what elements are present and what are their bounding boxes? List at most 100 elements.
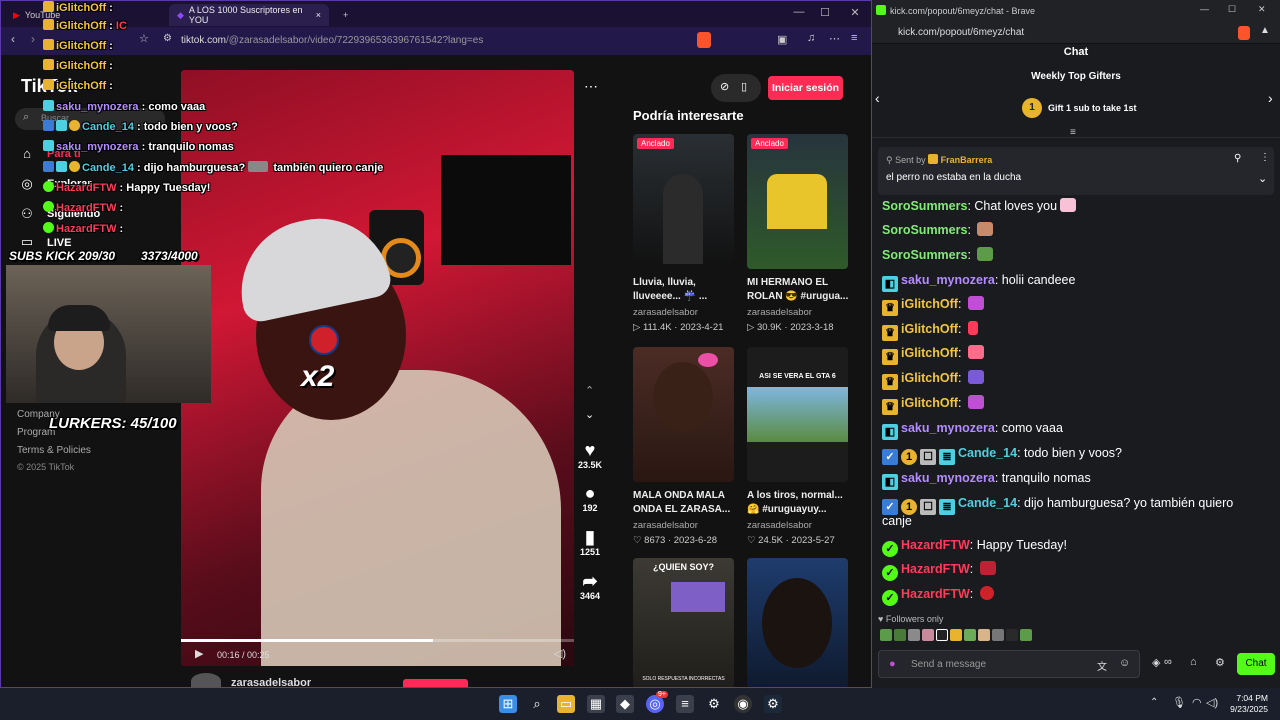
chat-message[interactable]: SoroSummers: (882, 222, 994, 238)
bookmark-icon[interactable]: ☆ (139, 32, 149, 45)
chat-username[interactable]: HazardFTW (901, 562, 970, 576)
chevron-right-icon[interactable]: › (1268, 90, 1273, 106)
chat-username[interactable]: SoroSummers (882, 223, 967, 237)
music-icon[interactable]: ♫ (807, 32, 815, 44)
chat-message[interactable]: SoroSummers: (882, 247, 994, 263)
chat-username[interactable]: HazardFTW (901, 538, 970, 552)
save-button[interactable]: ▮ 1251 (575, 527, 605, 557)
chat-message[interactable]: ✓ HazardFTW: (882, 586, 994, 606)
forward-icon[interactable]: › (31, 32, 35, 46)
chat-username[interactable]: iGlitchOff (901, 371, 958, 385)
maximize-button[interactable]: ☐ (1228, 4, 1236, 15)
more-options-icon[interactable]: ⋯ (584, 78, 598, 95)
chat-username[interactable]: SoroSummers (882, 199, 967, 213)
chat-message[interactable]: ◧ saku_mynozera: holii candeee (882, 272, 1075, 292)
notepad-icon[interactable]: ≡ (676, 695, 694, 713)
chat-username[interactable]: iGlitchOff (901, 346, 958, 360)
steam-icon[interactable]: ⚙ (764, 695, 782, 713)
store-icon[interactable]: ⌂ (1190, 656, 1197, 668)
volume-icon[interactable]: ◁) (554, 647, 566, 660)
login-button[interactable]: Iniciar sesión (768, 76, 843, 100)
chat-message[interactable]: ♛ iGlitchOff: (882, 321, 978, 341)
obs-icon[interactable]: ◉ (734, 695, 752, 713)
video-player[interactable]: x2 ▶ 00:16 / 00:25 ◁) (181, 70, 574, 666)
pinned-user[interactable]: FranBarrera (941, 155, 993, 165)
emote-icon[interactable] (880, 629, 892, 641)
chat-username[interactable]: SoroSummers (882, 248, 967, 262)
chat-message[interactable]: ◧ saku_mynozera: tranquilo nomas (882, 470, 1091, 490)
translate-icon[interactable]: 文 (1097, 658, 1107, 673)
chat-username[interactable]: iGlitchOff (901, 297, 958, 311)
windows-start-icon[interactable]: ⊞ (499, 695, 517, 713)
send-message-input[interactable]: ● Send a message 文 ☺ (878, 650, 1140, 678)
chat-username[interactable]: iGlitchOff (901, 322, 958, 336)
microphone-icon[interactable]: ● (889, 658, 896, 670)
new-tab-button[interactable]: + (335, 4, 356, 26)
follow-button[interactable] (403, 679, 468, 687)
video-author[interactable]: zarasadelsabor (231, 677, 311, 687)
settings-icon[interactable]: ⚙ (705, 695, 723, 713)
chat-username[interactable]: saku_mynozera (901, 471, 995, 485)
emote-icon[interactable] (978, 629, 990, 641)
home-icon[interactable]: ⌂ (19, 146, 35, 162)
expand-icon[interactable]: ≡ (1070, 127, 1076, 138)
minimize-button[interactable]: — (1200, 4, 1209, 14)
chat-username[interactable]: iGlitchOff (901, 396, 958, 410)
screenshot-icon[interactable]: ▣ (777, 33, 787, 46)
file-explorer-icon[interactable]: ▭ (557, 695, 575, 713)
compass-icon[interactable]: ◎ (19, 176, 35, 192)
chat-message[interactable]: ♛ iGlitchOff: (882, 395, 984, 415)
chat-message[interactable]: ✓ HazardFTW: (882, 561, 996, 581)
chat-username[interactable]: Cande_14 (958, 446, 1017, 460)
chevron-up-icon[interactable]: ⌃ (585, 384, 594, 397)
brave-icon[interactable]: ◆ (616, 695, 634, 713)
extensions-icon[interactable]: ⋯ (829, 32, 840, 45)
following-icon[interactable]: ⚇ (19, 206, 35, 222)
brave-shield-icon[interactable] (1238, 26, 1250, 40)
chat-username[interactable]: HazardFTW (901, 587, 970, 601)
mobile-icon[interactable]: ▯ (741, 80, 747, 93)
emote-quick-bar[interactable] (880, 628, 1034, 642)
menu-icon[interactable]: ≡ (851, 32, 857, 44)
site-settings-icon[interactable]: ⚙ (163, 33, 172, 44)
emoji-icon[interactable]: ☺ (1119, 657, 1130, 669)
author-avatar[interactable] (191, 673, 221, 687)
warning-icon[interactable]: ▲ (1260, 25, 1270, 36)
nav-live[interactable]: LIVE (47, 237, 71, 249)
gear-icon[interactable]: ⚙ (1215, 656, 1225, 669)
chat-message[interactable]: ♛ iGlitchOff: (882, 296, 984, 316)
emote-icon[interactable] (936, 629, 948, 641)
emote-icon[interactable] (950, 629, 962, 641)
close-window-button[interactable]: ✕ (1258, 4, 1266, 15)
emote-icon[interactable] (992, 629, 1004, 641)
microphone-icon[interactable]: 🎙 (1172, 696, 1186, 709)
emote-icon[interactable] (908, 629, 920, 641)
chat-send-button[interactable]: Chat (1237, 653, 1275, 675)
chat-message[interactable]: ◧ saku_mynozera: como vaaa (882, 420, 1063, 440)
chat-username[interactable]: Cande_14 (958, 496, 1017, 510)
close-tab-icon[interactable]: × (316, 10, 321, 20)
url-text[interactable]: tiktok.com/@zarasadelsabor/video/7229396… (181, 35, 483, 46)
more-options-icon[interactable]: ⋮ (1260, 152, 1270, 163)
chat-username[interactable]: saku_mynozera (901, 421, 995, 435)
address-bar[interactable]: kick.com/popout/6meyz/chat ▲ (872, 22, 1280, 44)
unpin-icon[interactable]: ⚲ (1234, 153, 1241, 164)
emote-icon[interactable] (964, 629, 976, 641)
close-window-button[interactable]: ✕ (847, 6, 863, 19)
chevron-down-icon[interactable]: ⌄ (1258, 172, 1267, 185)
chat-message[interactable]: ♛ iGlitchOff: (882, 370, 984, 390)
like-button[interactable]: ♥ 23.5K (575, 440, 605, 470)
compass-small-icon[interactable]: ⊘ (720, 80, 729, 93)
video-progress-bar[interactable] (181, 639, 574, 642)
play-icon[interactable]: ▶ (195, 647, 203, 660)
volume-icon[interactable]: ◁) (1206, 696, 1218, 709)
emote-icon[interactable] (1020, 629, 1032, 641)
minimize-button[interactable]: — (791, 6, 807, 18)
pinned-message[interactable]: ⚲ Sent by FranBarrera el perro no estaba… (878, 147, 1274, 195)
footer-terms[interactable]: Terms & Policies (17, 445, 91, 456)
brave-shield-icon[interactable] (697, 32, 711, 48)
share-button[interactable]: ➦ 3464 (575, 571, 605, 601)
top-action-group[interactable]: ⊘ ▯ (711, 74, 761, 102)
points-icon[interactable]: ◈ (1152, 656, 1160, 669)
wifi-icon[interactable]: ◠ (1192, 696, 1202, 709)
